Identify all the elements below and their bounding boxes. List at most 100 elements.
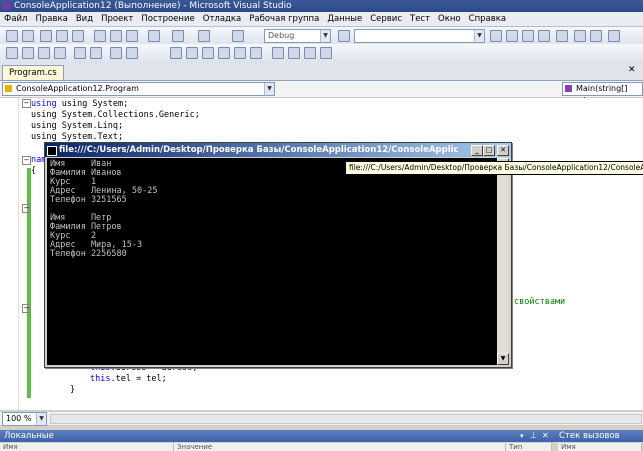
start-icon[interactable] [232, 30, 244, 42]
show-next-icon[interactable] [320, 47, 332, 59]
clear-bookmarks-icon[interactable] [250, 47, 262, 59]
parameter-info-icon[interactable] [22, 47, 34, 59]
open-icon[interactable] [40, 30, 52, 42]
console-scrollbar[interactable]: ▲ ▼ [497, 158, 509, 365]
output-icon[interactable] [590, 30, 602, 42]
menu-window[interactable]: Окно [434, 12, 465, 26]
collapse-icon[interactable]: − [22, 156, 31, 165]
next-bookmark-icon[interactable] [202, 47, 214, 59]
console-icon [47, 146, 57, 156]
member-list-icon[interactable] [6, 47, 18, 59]
add-item-icon[interactable] [22, 30, 34, 42]
chevron-down-icon: ▼ [36, 413, 46, 425]
collapse-icon[interactable]: − [22, 304, 31, 313]
complete-word-icon[interactable] [54, 47, 66, 59]
chevron-down-icon: ▼ [474, 30, 484, 42]
scroll-down-icon[interactable]: ▼ [497, 353, 509, 365]
menu-test[interactable]: Тест [406, 12, 434, 26]
menu-view[interactable]: Вид [72, 12, 97, 26]
prev-bookmark-icon[interactable] [186, 47, 198, 59]
code-comment: свойствами [514, 297, 566, 307]
menu-debug[interactable]: Отладка [199, 12, 246, 26]
redo-icon[interactable] [172, 30, 184, 42]
column-call-name[interactable]: Имя [558, 443, 642, 451]
options-icon[interactable] [608, 30, 620, 42]
solution-config-select[interactable]: Debug ▼ [264, 29, 331, 43]
undo-icon[interactable] [148, 30, 160, 42]
member-select[interactable]: Main(string[] args) [562, 82, 643, 105]
pin-icon[interactable]: ⊥ [530, 430, 537, 442]
collapse-icon[interactable]: − [22, 204, 31, 213]
menu-team[interactable]: Рабочая группа [245, 12, 323, 26]
code-using-system: using using System; [31, 99, 129, 109]
close-icon[interactable]: ✕ [497, 145, 509, 156]
tab-label: Program.cs [9, 68, 57, 78]
menu-help[interactable]: Справка [465, 12, 510, 26]
bottom-panels: Локальные ▾ ⊥ ✕ Стек вызовов Имя Значени… [0, 430, 643, 451]
console-window[interactable]: file:///C:/Users/Admin/Desktop/Проверка … [44, 142, 512, 368]
locals-title: Локальные [4, 431, 54, 441]
menu-data[interactable]: Данные [323, 12, 366, 26]
paste-icon[interactable] [126, 30, 138, 42]
editor-gutter [0, 98, 19, 410]
horizontal-scrollbar[interactable] [50, 414, 642, 424]
find-combo[interactable]: ▼ [354, 29, 485, 43]
menu-edit[interactable]: Правка [31, 12, 71, 26]
find-icon[interactable] [338, 30, 350, 42]
minimize-icon[interactable]: _ [471, 145, 483, 156]
console-title-bar[interactable]: file:///C:/Users/Admin/Desktop/Проверка … [45, 143, 511, 157]
dropdown-icon[interactable]: ▾ [520, 430, 524, 442]
debug-restart-icon[interactable] [304, 47, 316, 59]
save-all-icon[interactable] [72, 30, 84, 42]
console-title: file:///C:/Users/Admin/Desktop/Проверка … [59, 145, 459, 155]
method-icon [565, 85, 572, 92]
collapse-icon[interactable]: − [22, 99, 31, 108]
next-bookmark-folder-icon[interactable] [234, 47, 246, 59]
maximize-icon[interactable]: □ [483, 145, 495, 156]
close-icon[interactable]: ✕ [628, 65, 636, 75]
zoom-select[interactable]: 100 % ▼ [2, 412, 47, 426]
debug-stop-icon[interactable] [288, 47, 300, 59]
change-indicator [27, 168, 31, 398]
navigate-icon[interactable] [198, 30, 210, 42]
code-using-generic: using System.Collections.Generic; [31, 110, 200, 120]
column-value[interactable]: Значение [174, 443, 506, 451]
start-page-icon[interactable] [556, 30, 568, 42]
menu-build[interactable]: Построение [137, 12, 198, 26]
type-select[interactable]: ConsoleApplication12.Program ▼ [2, 82, 275, 96]
config-value: Debug [268, 31, 295, 40]
callstack-title: Стек вызовов [559, 431, 620, 441]
toolbox-icon[interactable] [538, 30, 550, 42]
solution-explorer-icon[interactable] [490, 30, 502, 42]
code-close-brace: } [70, 385, 76, 395]
code-using-linq: using System.Linq; [31, 121, 124, 131]
uncomment-icon[interactable] [126, 47, 138, 59]
copy-icon[interactable] [110, 30, 122, 42]
cut-icon[interactable] [94, 30, 106, 42]
new-project-icon[interactable] [6, 30, 18, 42]
menu-project[interactable]: Проект [97, 12, 137, 26]
chevron-down-icon: ▼ [264, 83, 274, 95]
prev-bookmark-folder-icon[interactable] [218, 47, 230, 59]
menu-tools[interactable]: Сервис [366, 12, 406, 26]
column-type[interactable]: Тип [506, 443, 552, 451]
save-icon[interactable] [56, 30, 68, 42]
quick-info-icon[interactable] [38, 47, 50, 59]
indent-icon[interactable] [90, 47, 102, 59]
callstack-panel-title: Стек вызовов [555, 430, 643, 442]
menu-file[interactable]: Файл [0, 12, 31, 26]
debug-break-icon[interactable] [272, 47, 284, 59]
outdent-icon[interactable] [74, 47, 86, 59]
bookmark-icon[interactable] [170, 47, 182, 59]
path-tooltip: file:///C:/Users/Admin/Desktop/Проверка … [345, 161, 643, 175]
editor-status-row: 100 % ▼ [0, 411, 643, 426]
document-tabs: Program.cs ✕ [0, 62, 643, 81]
properties-icon[interactable] [506, 30, 518, 42]
extension-icon[interactable] [574, 30, 586, 42]
comment-icon[interactable] [110, 47, 122, 59]
close-icon[interactable]: ✕ [542, 430, 549, 442]
object-browser-icon[interactable] [522, 30, 534, 42]
column-name[interactable]: Имя [0, 443, 174, 451]
code-using-text: using System.Text; [31, 132, 124, 142]
tab-program-cs[interactable]: Program.cs [2, 65, 64, 80]
